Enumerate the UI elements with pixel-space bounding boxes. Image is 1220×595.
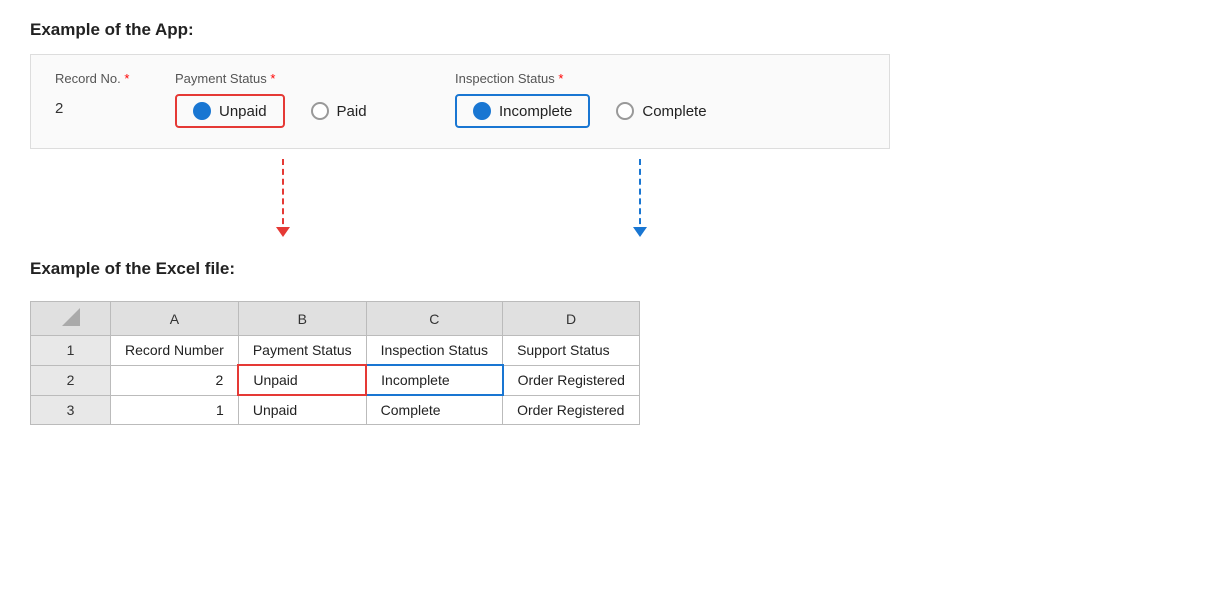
excel-table-wrap: A B C D 1 Record Number Payment Status I…: [30, 301, 640, 425]
excel-cell-3d: Order Registered: [503, 395, 640, 425]
app-example-title: Example of the App:: [30, 20, 1190, 40]
red-dashed-arrow-line: [282, 159, 284, 234]
blue-dashed-arrow-line: [639, 159, 641, 234]
excel-table: A B C D 1 Record Number Payment Status I…: [30, 301, 640, 425]
excel-cell-1a: Record Number: [111, 336, 239, 366]
app-example-section: Record No. * 2 Payment Status * Unpaid: [30, 54, 1190, 259]
inspection-complete-label: Complete: [642, 103, 706, 120]
excel-cell-2b: Unpaid: [238, 365, 366, 395]
table-row: 1 Record Number Payment Status Inspectio…: [31, 336, 640, 366]
excel-cell-1b: Payment Status: [238, 336, 366, 366]
inspection-complete-option[interactable]: Complete: [600, 96, 722, 126]
table-row: 3 1 Unpaid Complete Order Registered: [31, 395, 640, 425]
excel-cell-2c: Incomplete: [366, 365, 502, 395]
excel-row-num-1: 1: [31, 336, 111, 366]
excel-header-row: A B C D: [31, 302, 640, 336]
excel-col-a-header: A: [111, 302, 239, 336]
payment-paid-radio[interactable]: [311, 102, 329, 120]
payment-radio-group: Unpaid Paid: [175, 94, 455, 128]
inspection-required: *: [555, 71, 564, 86]
inspection-incomplete-option[interactable]: Incomplete: [455, 94, 590, 128]
payment-unpaid-label: Unpaid: [219, 103, 267, 120]
payment-unpaid-option[interactable]: Unpaid: [175, 94, 285, 128]
excel-cell-1c: Inspection Status: [366, 336, 502, 366]
excel-corner-cell: [31, 302, 111, 336]
diagram-container: Example of the App: Record No. * 2 Payme…: [30, 20, 1190, 429]
record-no-label: Record No. *: [55, 71, 175, 86]
inspection-incomplete-radio[interactable]: [473, 102, 491, 120]
inspection-radio-group: Incomplete Complete: [455, 94, 795, 128]
red-dashed-arrow-head: [276, 227, 290, 237]
excel-col-d-header: D: [503, 302, 640, 336]
payment-status-label: Payment Status *: [175, 71, 455, 86]
excel-cell-3b: Unpaid: [238, 395, 366, 425]
excel-col-c-header: C: [366, 302, 502, 336]
excel-example-title: Example of the Excel file:: [30, 259, 1190, 279]
inspection-status-field: Inspection Status * Incomplete Complete: [455, 71, 795, 128]
payment-required: *: [267, 71, 276, 86]
inspection-complete-radio[interactable]: [616, 102, 634, 120]
excel-col-b-header: B: [238, 302, 366, 336]
excel-row-num-2: 2: [31, 365, 111, 395]
app-row: Record No. * 2 Payment Status * Unpaid: [55, 71, 865, 128]
corner-triangle-icon: [62, 308, 80, 326]
payment-status-field: Payment Status * Unpaid Paid: [175, 71, 455, 128]
excel-cell-3c: Complete: [366, 395, 502, 425]
arrows-row: [30, 159, 1190, 259]
excel-cell-1d: Support Status: [503, 336, 640, 366]
excel-cell-2a: 2: [111, 365, 239, 395]
record-no-required: *: [121, 71, 130, 86]
excel-row-num-3: 3: [31, 395, 111, 425]
app-example-box: Record No. * 2 Payment Status * Unpaid: [30, 54, 890, 149]
excel-cell-2d: Order Registered: [503, 365, 640, 395]
table-row: 2 2 Unpaid Incomplete Order Registered: [31, 365, 640, 395]
blue-dashed-arrow-head: [633, 227, 647, 237]
payment-paid-option[interactable]: Paid: [295, 96, 383, 126]
record-no-field: Record No. * 2: [55, 71, 175, 117]
inspection-status-label: Inspection Status *: [455, 71, 795, 86]
inspection-incomplete-label: Incomplete: [499, 103, 572, 120]
payment-paid-label: Paid: [337, 103, 367, 120]
payment-unpaid-radio[interactable]: [193, 102, 211, 120]
record-no-value: 2: [55, 94, 175, 117]
excel-cell-3a: 1: [111, 395, 239, 425]
